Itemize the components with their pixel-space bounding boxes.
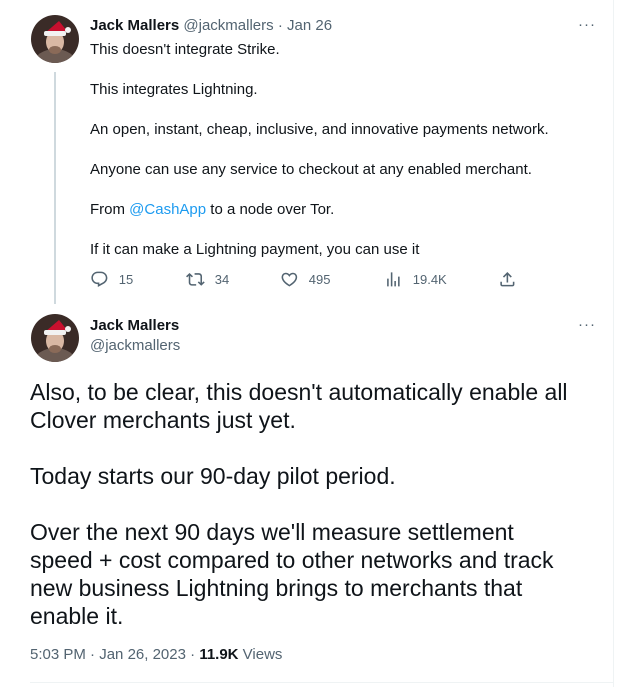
more-options-button[interactable]: ··· bbox=[578, 16, 596, 33]
tweet-line: This doesn't integrate Strike. bbox=[90, 41, 280, 58]
retweet-count: 34 bbox=[214, 271, 230, 287]
meta-separator: · bbox=[85, 646, 100, 663]
views-count: 19.4K bbox=[412, 271, 447, 287]
from-suffix: to a node over Tor. bbox=[206, 201, 335, 218]
avatar-image bbox=[31, 314, 79, 362]
author-handle[interactable]: @jackmallers bbox=[90, 337, 180, 354]
heart-icon bbox=[281, 272, 298, 287]
tweet-line: speed + cost compared to other networks … bbox=[30, 547, 554, 573]
avatar[interactable] bbox=[31, 314, 79, 362]
header-separator: · bbox=[277, 17, 283, 34]
tweet-line: Anyone can use any service to checkout a… bbox=[90, 161, 532, 178]
tweet-date[interactable]: Jan 26, 2023 bbox=[99, 646, 186, 663]
tweet-date[interactable]: Jan 26 bbox=[287, 17, 332, 34]
tweet-line: enable it. bbox=[30, 603, 124, 629]
tweet-line: Today starts our 90-day pilot period. bbox=[30, 463, 396, 489]
author-handle[interactable]: @jackmallers bbox=[183, 17, 273, 34]
tweet-line: new business Lightning brings to merchan… bbox=[30, 575, 523, 601]
tweet-thread: Jack Mallers @jackmallers · Jan 26 ··· T… bbox=[0, 0, 614, 687]
retweet-button[interactable]: 34 bbox=[186, 270, 229, 289]
tweet-line: Over the next 90 days we'll measure sett… bbox=[30, 519, 514, 545]
avatar-image bbox=[31, 15, 79, 63]
retweet-icon bbox=[186, 273, 205, 286]
author-name[interactable]: Jack Mallers bbox=[90, 317, 179, 334]
tweet-line: If it can make a Lightning payment, you … bbox=[90, 241, 420, 258]
reply-count: 15 bbox=[118, 271, 134, 287]
tweet-line: This integrates Lightning. bbox=[90, 81, 258, 98]
tweet-time[interactable]: 5:03 PM bbox=[30, 646, 86, 663]
avatar[interactable] bbox=[31, 15, 79, 63]
like-count: 495 bbox=[308, 271, 331, 287]
share-button[interactable] bbox=[498, 270, 527, 289]
views-count: 11.9K bbox=[199, 646, 239, 663]
more-options-button[interactable]: ··· bbox=[578, 316, 596, 333]
views-button[interactable]: 19.4K bbox=[384, 270, 447, 289]
tweet-line: Also, to be clear, this doesn't automati… bbox=[30, 379, 568, 405]
mention-link[interactable]: @CashApp bbox=[129, 201, 206, 218]
reply-button[interactable]: 15 bbox=[90, 270, 133, 289]
from-prefix: From bbox=[90, 201, 130, 218]
tweet-line: From @CashApp to a node over Tor. bbox=[90, 200, 334, 220]
tweet-header: Jack Mallers @jackmallers · Jan 26 bbox=[90, 17, 332, 34]
analytics-icon bbox=[387, 272, 400, 287]
share-icon bbox=[500, 272, 515, 287]
meta-separator: · bbox=[185, 646, 200, 663]
tweet-actions: 15 34 495 19.4K bbox=[90, 270, 520, 290]
author-name[interactable]: Jack Mallers bbox=[90, 17, 179, 34]
reply-icon bbox=[91, 271, 108, 287]
tweet-line: An open, instant, cheap, inclusive, and … bbox=[90, 121, 549, 138]
divider bbox=[30, 682, 614, 683]
tweet-line: Clover merchants just yet. bbox=[30, 407, 296, 433]
like-button[interactable]: 495 bbox=[280, 270, 330, 289]
views-label: Views bbox=[238, 646, 283, 663]
tweet-metadata: 5:03 PM · Jan 26, 2023 · 11.9K Views bbox=[30, 646, 282, 663]
thread-line bbox=[54, 72, 56, 304]
